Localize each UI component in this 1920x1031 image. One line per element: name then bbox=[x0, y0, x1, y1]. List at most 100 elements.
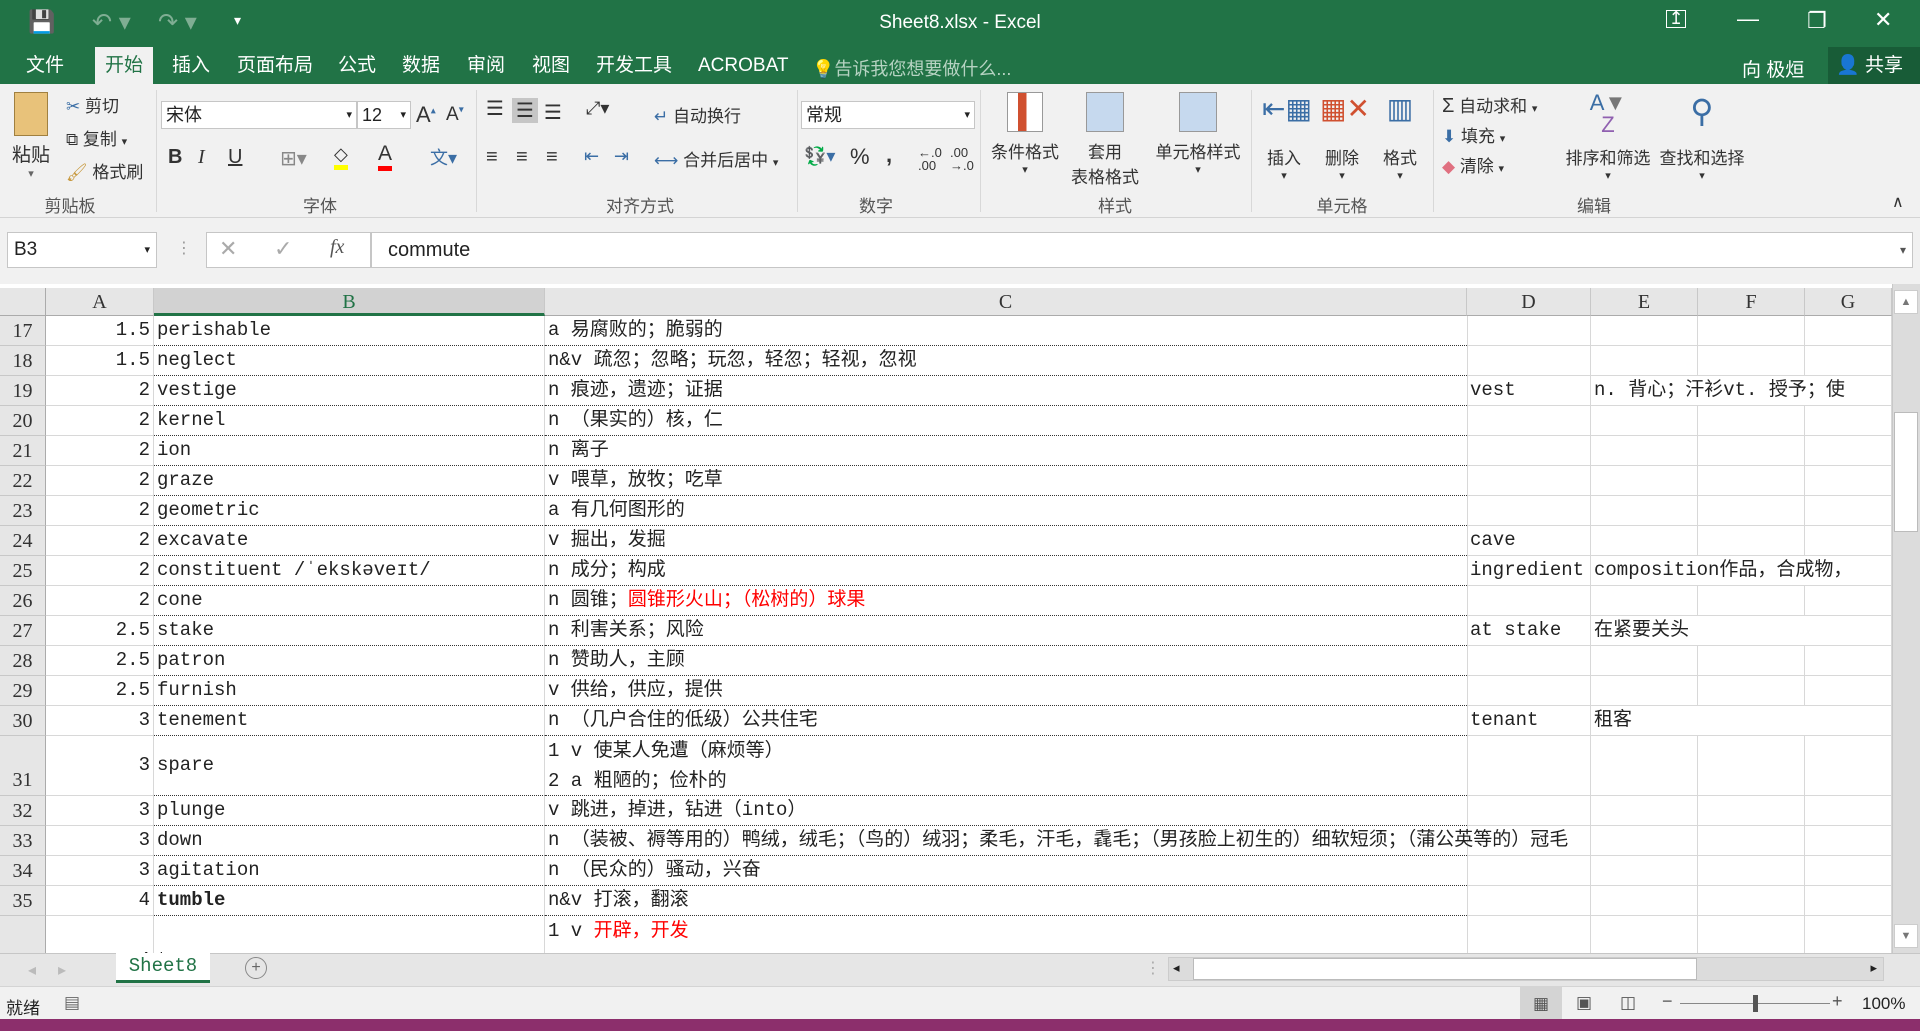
save-icon[interactable]: 💾 bbox=[28, 9, 55, 35]
cell-c[interactable]: n （几户合住的低级）公共住宅 bbox=[545, 706, 1467, 736]
insert-function-button[interactable]: fx bbox=[330, 236, 344, 259]
cell-b[interactable]: cone bbox=[154, 586, 545, 616]
cell-c[interactable]: n （果实的）核，仁 bbox=[545, 406, 1467, 436]
cell-a[interactable]: 2 bbox=[46, 556, 154, 586]
horizontal-scrollbar[interactable]: ◂ ▸ bbox=[1168, 957, 1884, 981]
normal-view-icon[interactable]: ▦ bbox=[1520, 987, 1562, 1020]
cell-b[interactable]: graze bbox=[154, 466, 545, 496]
cell-e[interactable] bbox=[1591, 316, 1698, 346]
cell-f[interactable] bbox=[1698, 526, 1805, 556]
row-header[interactable]: 23 bbox=[0, 496, 46, 526]
cell-e[interactable] bbox=[1591, 466, 1698, 496]
tab-review[interactable]: 审阅 bbox=[457, 47, 515, 84]
decrease-decimal-icon[interactable]: .00 →.0 bbox=[950, 146, 974, 172]
increase-indent-icon[interactable]: ⇥ bbox=[614, 146, 629, 167]
cell-c[interactable]: n&v 疏忽；忽略；玩忽，轻忽；轻视，忽视 bbox=[545, 346, 1467, 376]
redo-icon[interactable]: ↷ ▾ bbox=[158, 8, 197, 37]
cell-c[interactable]: n 利害关系；风险 bbox=[545, 616, 1467, 646]
cancel-icon[interactable]: ✕ bbox=[219, 236, 237, 262]
tab-acrobat[interactable]: ACROBAT bbox=[688, 47, 798, 84]
cell-f[interactable] bbox=[1698, 586, 1805, 616]
cell-styles-button[interactable]: 单元格样式 ▾ bbox=[1150, 92, 1246, 176]
wrap-text-button[interactable]: ↵ 自动换行 bbox=[654, 102, 741, 127]
cell-g[interactable] bbox=[1805, 646, 1892, 676]
cell-b[interactable]: tap bbox=[154, 916, 545, 953]
cell-c[interactable]: n 离子 bbox=[545, 436, 1467, 466]
sort-filter-button[interactable]: A▼ Z 排序和筛选 ▾ bbox=[1562, 92, 1654, 183]
worksheet-grid[interactable]: A B C D E F G 17 1.5 perishable a 易腐败的；脆弱的 18 1.5 neg… bbox=[0, 284, 1920, 953]
cell-a[interactable]: 2 bbox=[46, 406, 154, 436]
cell-b[interactable]: constituent /ˈekskəveɪt/ bbox=[154, 556, 545, 586]
cell-f[interactable] bbox=[1698, 886, 1805, 916]
format-cells-button[interactable]: ▥ 格式 ▾ bbox=[1378, 92, 1422, 182]
splitter-handle[interactable]: ⋮ bbox=[1145, 958, 1161, 978]
row-header[interactable]: 35 bbox=[0, 886, 46, 916]
row-header[interactable]: 17 bbox=[0, 316, 46, 346]
zoom-slider[interactable] bbox=[1680, 995, 1830, 1012]
zoom-out-button[interactable]: − bbox=[1662, 991, 1673, 1012]
cell-b[interactable]: down bbox=[154, 826, 545, 856]
cell-b[interactable]: vestige bbox=[154, 376, 545, 406]
cell-b[interactable]: patron bbox=[154, 646, 545, 676]
cell-b[interactable]: furnish bbox=[154, 676, 545, 706]
format-as-table-button[interactable]: 套用 表格格式 bbox=[1062, 92, 1148, 188]
percent-icon[interactable]: % bbox=[850, 144, 870, 170]
align-middle-icon[interactable]: ☰ bbox=[512, 98, 538, 123]
cell-a[interactable]: 4 bbox=[46, 916, 154, 953]
tab-insert[interactable]: 插入 bbox=[162, 47, 220, 84]
cell-b[interactable]: excavate bbox=[154, 526, 545, 556]
format-painter-button[interactable]: 🖌 格式刷 bbox=[66, 158, 143, 183]
cell-e[interactable] bbox=[1591, 676, 1698, 706]
customize-qat-icon[interactable]: ▾ bbox=[234, 12, 241, 29]
tab-view[interactable]: 视图 bbox=[522, 47, 580, 84]
cell-e[interactable]: n. 背心；汗衫vt. 授予；使 bbox=[1591, 376, 1892, 406]
cell-d[interactable]: cave bbox=[1467, 526, 1591, 556]
cell-a[interactable]: 3 bbox=[46, 736, 154, 796]
cell-e[interactable] bbox=[1591, 826, 1698, 856]
row-header[interactable]: 33 bbox=[0, 826, 46, 856]
insert-cells-button[interactable]: ⇤▦ 插入 ▾ bbox=[1262, 92, 1312, 182]
cell-d[interactable] bbox=[1467, 856, 1591, 886]
select-all-button[interactable] bbox=[0, 288, 46, 316]
conditional-formatting-button[interactable]: 条件格式 ▾ bbox=[985, 92, 1065, 176]
scroll-up-icon[interactable]: ▲ bbox=[1894, 290, 1918, 314]
page-layout-view-icon[interactable]: ▣ bbox=[1576, 993, 1592, 1013]
tab-home[interactable]: 开始 bbox=[95, 47, 154, 84]
cell-d[interactable] bbox=[1467, 886, 1591, 916]
cell-f[interactable] bbox=[1698, 796, 1805, 826]
cell-d[interactable] bbox=[1467, 406, 1591, 436]
cell-b[interactable]: kernel bbox=[154, 406, 545, 436]
cell-g[interactable] bbox=[1805, 736, 1892, 796]
orientation-icon[interactable]: ⤢▾ bbox=[586, 98, 609, 119]
cell-f[interactable] bbox=[1698, 346, 1805, 376]
column-header-g[interactable]: G bbox=[1805, 288, 1892, 316]
restore-button[interactable]: ❐ bbox=[1807, 8, 1827, 34]
row-header[interactable]: 25 bbox=[0, 556, 46, 586]
cell-c[interactable]: n 成分；构成 bbox=[545, 556, 1467, 586]
cell-c[interactable]: n 痕迹，遗迹；证据 bbox=[545, 376, 1467, 406]
enter-icon[interactable]: ✓ bbox=[274, 236, 292, 262]
cell-d[interactable] bbox=[1467, 316, 1591, 346]
collapse-ribbon-icon[interactable]: ∧ bbox=[1892, 192, 1904, 212]
cell-f[interactable] bbox=[1698, 496, 1805, 526]
align-left-icon[interactable]: ≡ bbox=[486, 146, 498, 169]
cell-g[interactable] bbox=[1805, 916, 1892, 953]
ribbon-display-icon[interactable]: ↥ bbox=[1666, 9, 1686, 28]
tab-developer[interactable]: 开发工具 bbox=[586, 47, 682, 84]
cell-e[interactable] bbox=[1591, 736, 1698, 796]
cell-c[interactable]: n&v 打滚，翻滚 bbox=[545, 886, 1467, 916]
fill-color-icon[interactable]: ◇ bbox=[334, 144, 348, 170]
cell-e[interactable] bbox=[1591, 496, 1698, 526]
cell-a[interactable]: 2 bbox=[46, 376, 154, 406]
cell-f[interactable] bbox=[1698, 826, 1805, 856]
zoom-slider-thumb[interactable] bbox=[1753, 995, 1758, 1012]
cell-f[interactable] bbox=[1698, 466, 1805, 496]
cell-g[interactable] bbox=[1805, 886, 1892, 916]
font-size-select[interactable]: 12 ▾ bbox=[357, 101, 411, 129]
row-header[interactable]: 19 bbox=[0, 376, 46, 406]
cell-d[interactable]: tenant bbox=[1467, 706, 1591, 736]
vertical-scrollbar[interactable] bbox=[1892, 284, 1920, 953]
cell-a[interactable]: 2 bbox=[46, 436, 154, 466]
formula-input[interactable]: commute ▾ bbox=[371, 232, 1913, 268]
font-name-select[interactable]: 宋体 ▾ bbox=[161, 101, 357, 129]
